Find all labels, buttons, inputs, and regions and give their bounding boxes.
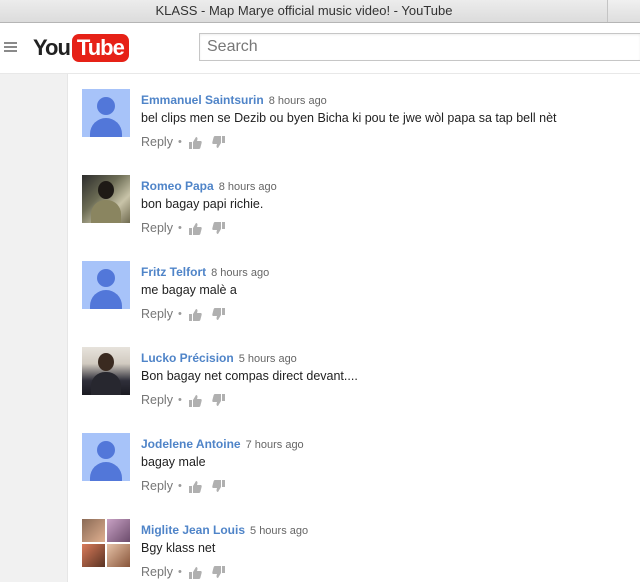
comment-item: Miglite Jean Louis 5 hours ago Bgy klass … [82,504,632,584]
window-titlebar: KLASS - Map Marye official music video! … [0,0,640,23]
reply-button[interactable]: Reply [141,307,173,321]
masthead: You Tube [0,23,640,74]
youtube-logo[interactable]: You Tube [33,34,129,62]
thumbs-down-icon[interactable] [212,393,225,407]
reply-button[interactable]: Reply [141,221,173,235]
comment-item: Lucko Précision 5 hours ago Bon bagay net… [82,332,632,412]
thumbs-down-icon[interactable] [212,221,225,235]
window-control[interactable] [607,0,640,22]
comment-actions: Reply • [141,565,235,579]
comment-header: Emmanuel Saintsurin 8 hours ago [141,91,327,109]
thumbs-up-icon[interactable] [188,566,202,579]
comment-time[interactable]: 7 hours ago [246,439,304,451]
comment-item: Emmanuel Saintsurin 8 hours ago bel clips… [82,74,632,154]
comment-item: Romeo Papa 8 hours ago bon bagay papi ric… [82,160,632,240]
comment-header: Fritz Telfort 8 hours ago [141,263,269,281]
comment-author[interactable]: Jodelene Antoine [141,437,241,451]
thumbs-down-icon[interactable] [212,307,225,321]
avatar-photo-head [98,353,114,371]
comment-header: Romeo Papa 8 hours ago [141,177,277,195]
comment-author[interactable]: Miglite Jean Louis [141,523,245,537]
comment-item: Jodelene Antoine 7 hours ago bagay male R… [82,418,632,498]
thumbs-up-icon[interactable] [188,308,202,321]
comment-list: Emmanuel Saintsurin 8 hours ago bel clips… [68,74,640,582]
reply-button[interactable]: Reply [141,135,173,149]
comment-author[interactable]: Fritz Telfort [141,265,206,279]
comment-time[interactable]: 5 hours ago [239,353,297,365]
comment-actions: Reply • [141,221,235,235]
window-title: KLASS - Map Marye official music video! … [155,3,453,18]
avatar-photo-tile [82,519,105,542]
avatar-photo-tile [107,519,130,542]
comment-item: Fritz Telfort 8 hours ago me bagay malè a… [82,246,632,326]
thumbs-down-icon[interactable] [212,565,225,579]
separator-dot: • [177,136,182,148]
separator-dot: • [177,308,182,320]
comment-time[interactable]: 8 hours ago [211,267,269,279]
separator-dot: • [177,222,182,234]
avatar-photo-head [98,181,114,199]
avatar[interactable] [82,175,130,223]
comment-time[interactable]: 5 hours ago [250,525,308,537]
separator-dot: • [177,394,182,406]
reply-button[interactable]: Reply [141,393,173,407]
reply-button[interactable]: Reply [141,479,173,493]
left-gutter [0,74,68,582]
avatar-photo-body [91,200,121,223]
comment-text: bel clips men se Dezib ou byen Bicha ki … [141,111,557,125]
avatar[interactable] [82,433,130,481]
comment-author[interactable]: Emmanuel Saintsurin [141,93,264,107]
separator-dot: • [177,480,182,492]
avatar-photo-body [91,372,121,395]
thumbs-down-icon[interactable] [212,135,225,149]
comment-actions: Reply • [141,135,235,149]
comment-text: bon bagay papi richie. [141,197,264,211]
avatar[interactable] [82,261,130,309]
comment-text: Bon bagay net compas direct devant.... [141,369,358,383]
reply-button[interactable]: Reply [141,565,173,579]
avatar[interactable] [82,347,130,395]
comment-header: Lucko Précision 5 hours ago [141,349,297,367]
comment-text: me bagay malè a [141,283,237,297]
comment-header: Jodelene Antoine 7 hours ago [141,435,304,453]
comment-time[interactable]: 8 hours ago [219,181,277,193]
comment-author[interactable]: Romeo Papa [141,179,214,193]
comment-time[interactable]: 8 hours ago [269,95,327,107]
avatar-photo-tile [82,544,105,567]
comment-text: bagay male [141,455,206,469]
thumbs-up-icon[interactable] [188,136,202,149]
logo-you-text: You [33,35,71,60]
avatar-photo-tile [107,544,130,567]
avatar[interactable] [82,519,130,567]
logo-tube-text: Tube [71,34,129,62]
comment-actions: Reply • [141,479,235,493]
thumbs-up-icon[interactable] [188,394,202,407]
comment-text: Bgy klass net [141,541,216,555]
thumbs-up-icon[interactable] [188,480,202,493]
separator-dot: • [177,566,182,578]
comment-actions: Reply • [141,393,235,407]
thumbs-up-icon[interactable] [188,222,202,235]
comment-actions: Reply • [141,307,235,321]
thumbs-down-icon[interactable] [212,479,225,493]
avatar[interactable] [82,89,130,137]
comment-header: Miglite Jean Louis 5 hours ago [141,521,308,539]
comment-author[interactable]: Lucko Précision [141,351,234,365]
search-input[interactable] [199,33,640,61]
hamburger-menu-icon[interactable] [4,42,17,52]
